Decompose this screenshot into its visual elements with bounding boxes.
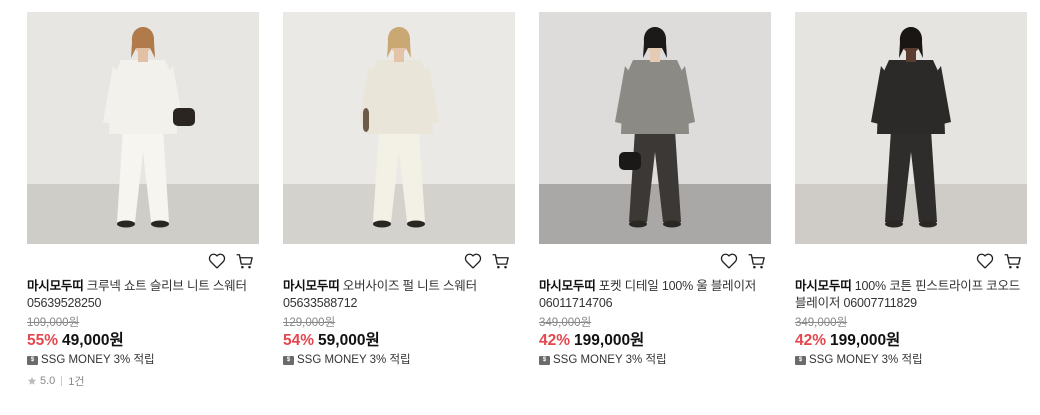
rating-score: 5.0	[40, 375, 56, 387]
top	[365, 60, 433, 134]
ssg-money-info: $ SSG MONEY 3% 적립	[27, 351, 259, 369]
ssg-money-text: SSG MONEY 3% 적립	[41, 354, 155, 366]
heart-icon[interactable]	[207, 251, 227, 271]
divider	[61, 376, 63, 386]
ssg-money-icon: $	[283, 355, 294, 365]
shoe	[407, 220, 425, 228]
ssg-money-text: SSG MONEY 3% 적립	[809, 354, 923, 366]
product-actions	[539, 244, 771, 278]
floor	[283, 184, 515, 244]
floor	[795, 184, 1027, 244]
product-title[interactable]: 마시모두띠 포켓 디테일 100% 울 블레이저 06011714706	[539, 278, 771, 312]
cart-icon[interactable]	[235, 251, 255, 271]
star-icon	[27, 376, 37, 385]
bag	[173, 108, 195, 126]
ssg-money-info: $ SSG MONEY 3% 적립	[283, 351, 515, 369]
bag	[619, 152, 641, 170]
model-photo	[283, 12, 515, 244]
model-photo	[539, 12, 771, 244]
ssg-money-text: SSG MONEY 3% 적립	[297, 354, 411, 366]
price-row: 42% 199,000원	[795, 331, 1027, 351]
product-actions	[795, 244, 1027, 278]
top	[109, 60, 177, 134]
heart-icon[interactable]	[463, 251, 483, 271]
product-title[interactable]: 마시모두띠 크루넥 쇼트 슬리브 니트 스웨터 05639528250	[27, 278, 259, 312]
shoe	[885, 220, 903, 228]
heart-icon[interactable]	[975, 251, 995, 271]
brand-name: 마시모두띠	[283, 279, 340, 293]
product-actions	[283, 244, 515, 278]
price-row: 54% 59,000원	[283, 331, 515, 351]
cart-icon[interactable]	[1003, 251, 1023, 271]
shoe	[373, 220, 391, 228]
original-price: 349,000원	[795, 317, 848, 329]
original-price: 129,000원	[283, 317, 336, 329]
product-image[interactable]	[27, 12, 259, 244]
model-photo	[795, 12, 1027, 244]
product-grid: 마시모두띠 크루넥 쇼트 슬리브 니트 스웨터 05639528250 109,…	[27, 12, 1027, 389]
product-image[interactable]	[795, 12, 1027, 244]
cart-icon[interactable]	[491, 251, 511, 271]
product-card[interactable]: 마시모두띠 오버사이즈 펄 니트 스웨터 05633588712 129,000…	[283, 12, 515, 389]
product-title[interactable]: 마시모두띠 100% 코튼 핀스트라이프 코오드 블레이저 0600771182…	[795, 278, 1027, 312]
sale-price: 199,000원	[830, 332, 901, 349]
product-card[interactable]: 마시모두띠 크루넥 쇼트 슬리브 니트 스웨터 05639528250 109,…	[27, 12, 259, 389]
model-photo	[27, 12, 259, 244]
top	[621, 60, 689, 134]
brand-name: 마시모두띠	[27, 279, 84, 293]
ssg-money-icon: $	[795, 355, 806, 365]
product-title[interactable]: 마시모두띠 오버사이즈 펄 니트 스웨터 05633588712	[283, 278, 515, 312]
ssg-money-icon: $	[27, 355, 38, 365]
original-price: 109,000원	[27, 317, 80, 329]
bag	[363, 108, 369, 132]
shoe	[663, 220, 681, 228]
brand-name: 마시모두띠	[795, 279, 852, 293]
product-actions	[27, 244, 259, 278]
discount-rate: 55%	[27, 332, 59, 349]
shoe	[919, 220, 937, 228]
product-card[interactable]: 마시모두띠 포켓 디테일 100% 울 블레이저 06011714706 349…	[539, 12, 771, 389]
ssg-money-text: SSG MONEY 3% 적립	[553, 354, 667, 366]
product-image[interactable]	[539, 12, 771, 244]
original-price: 349,000원	[539, 317, 592, 329]
shoe	[629, 220, 647, 228]
ssg-money-info: $ SSG MONEY 3% 적립	[539, 351, 771, 369]
brand-name: 마시모두띠	[539, 279, 596, 293]
price-row: 55% 49,000원	[27, 331, 259, 351]
floor	[539, 184, 771, 244]
shoe	[117, 220, 135, 228]
sale-price: 59,000원	[318, 332, 380, 349]
discount-rate: 42%	[539, 332, 571, 349]
discount-rate: 42%	[795, 332, 827, 349]
price-row: 42% 199,000원	[539, 331, 771, 351]
heart-icon[interactable]	[719, 251, 739, 271]
discount-rate: 54%	[283, 332, 315, 349]
product-card[interactable]: 마시모두띠 100% 코튼 핀스트라이프 코오드 블레이저 0600771182…	[795, 12, 1027, 389]
review-count[interactable]: 1건	[68, 373, 84, 389]
product-image[interactable]	[283, 12, 515, 244]
ssg-money-info: $ SSG MONEY 3% 적립	[795, 351, 1027, 369]
ssg-money-icon: $	[539, 355, 550, 365]
sale-price: 199,000원	[574, 332, 645, 349]
cart-icon[interactable]	[747, 251, 767, 271]
sale-price: 49,000원	[62, 332, 124, 349]
floor	[27, 184, 259, 244]
shoe	[151, 220, 169, 228]
top	[877, 60, 945, 134]
rating-info: 5.0 1건	[27, 373, 259, 389]
